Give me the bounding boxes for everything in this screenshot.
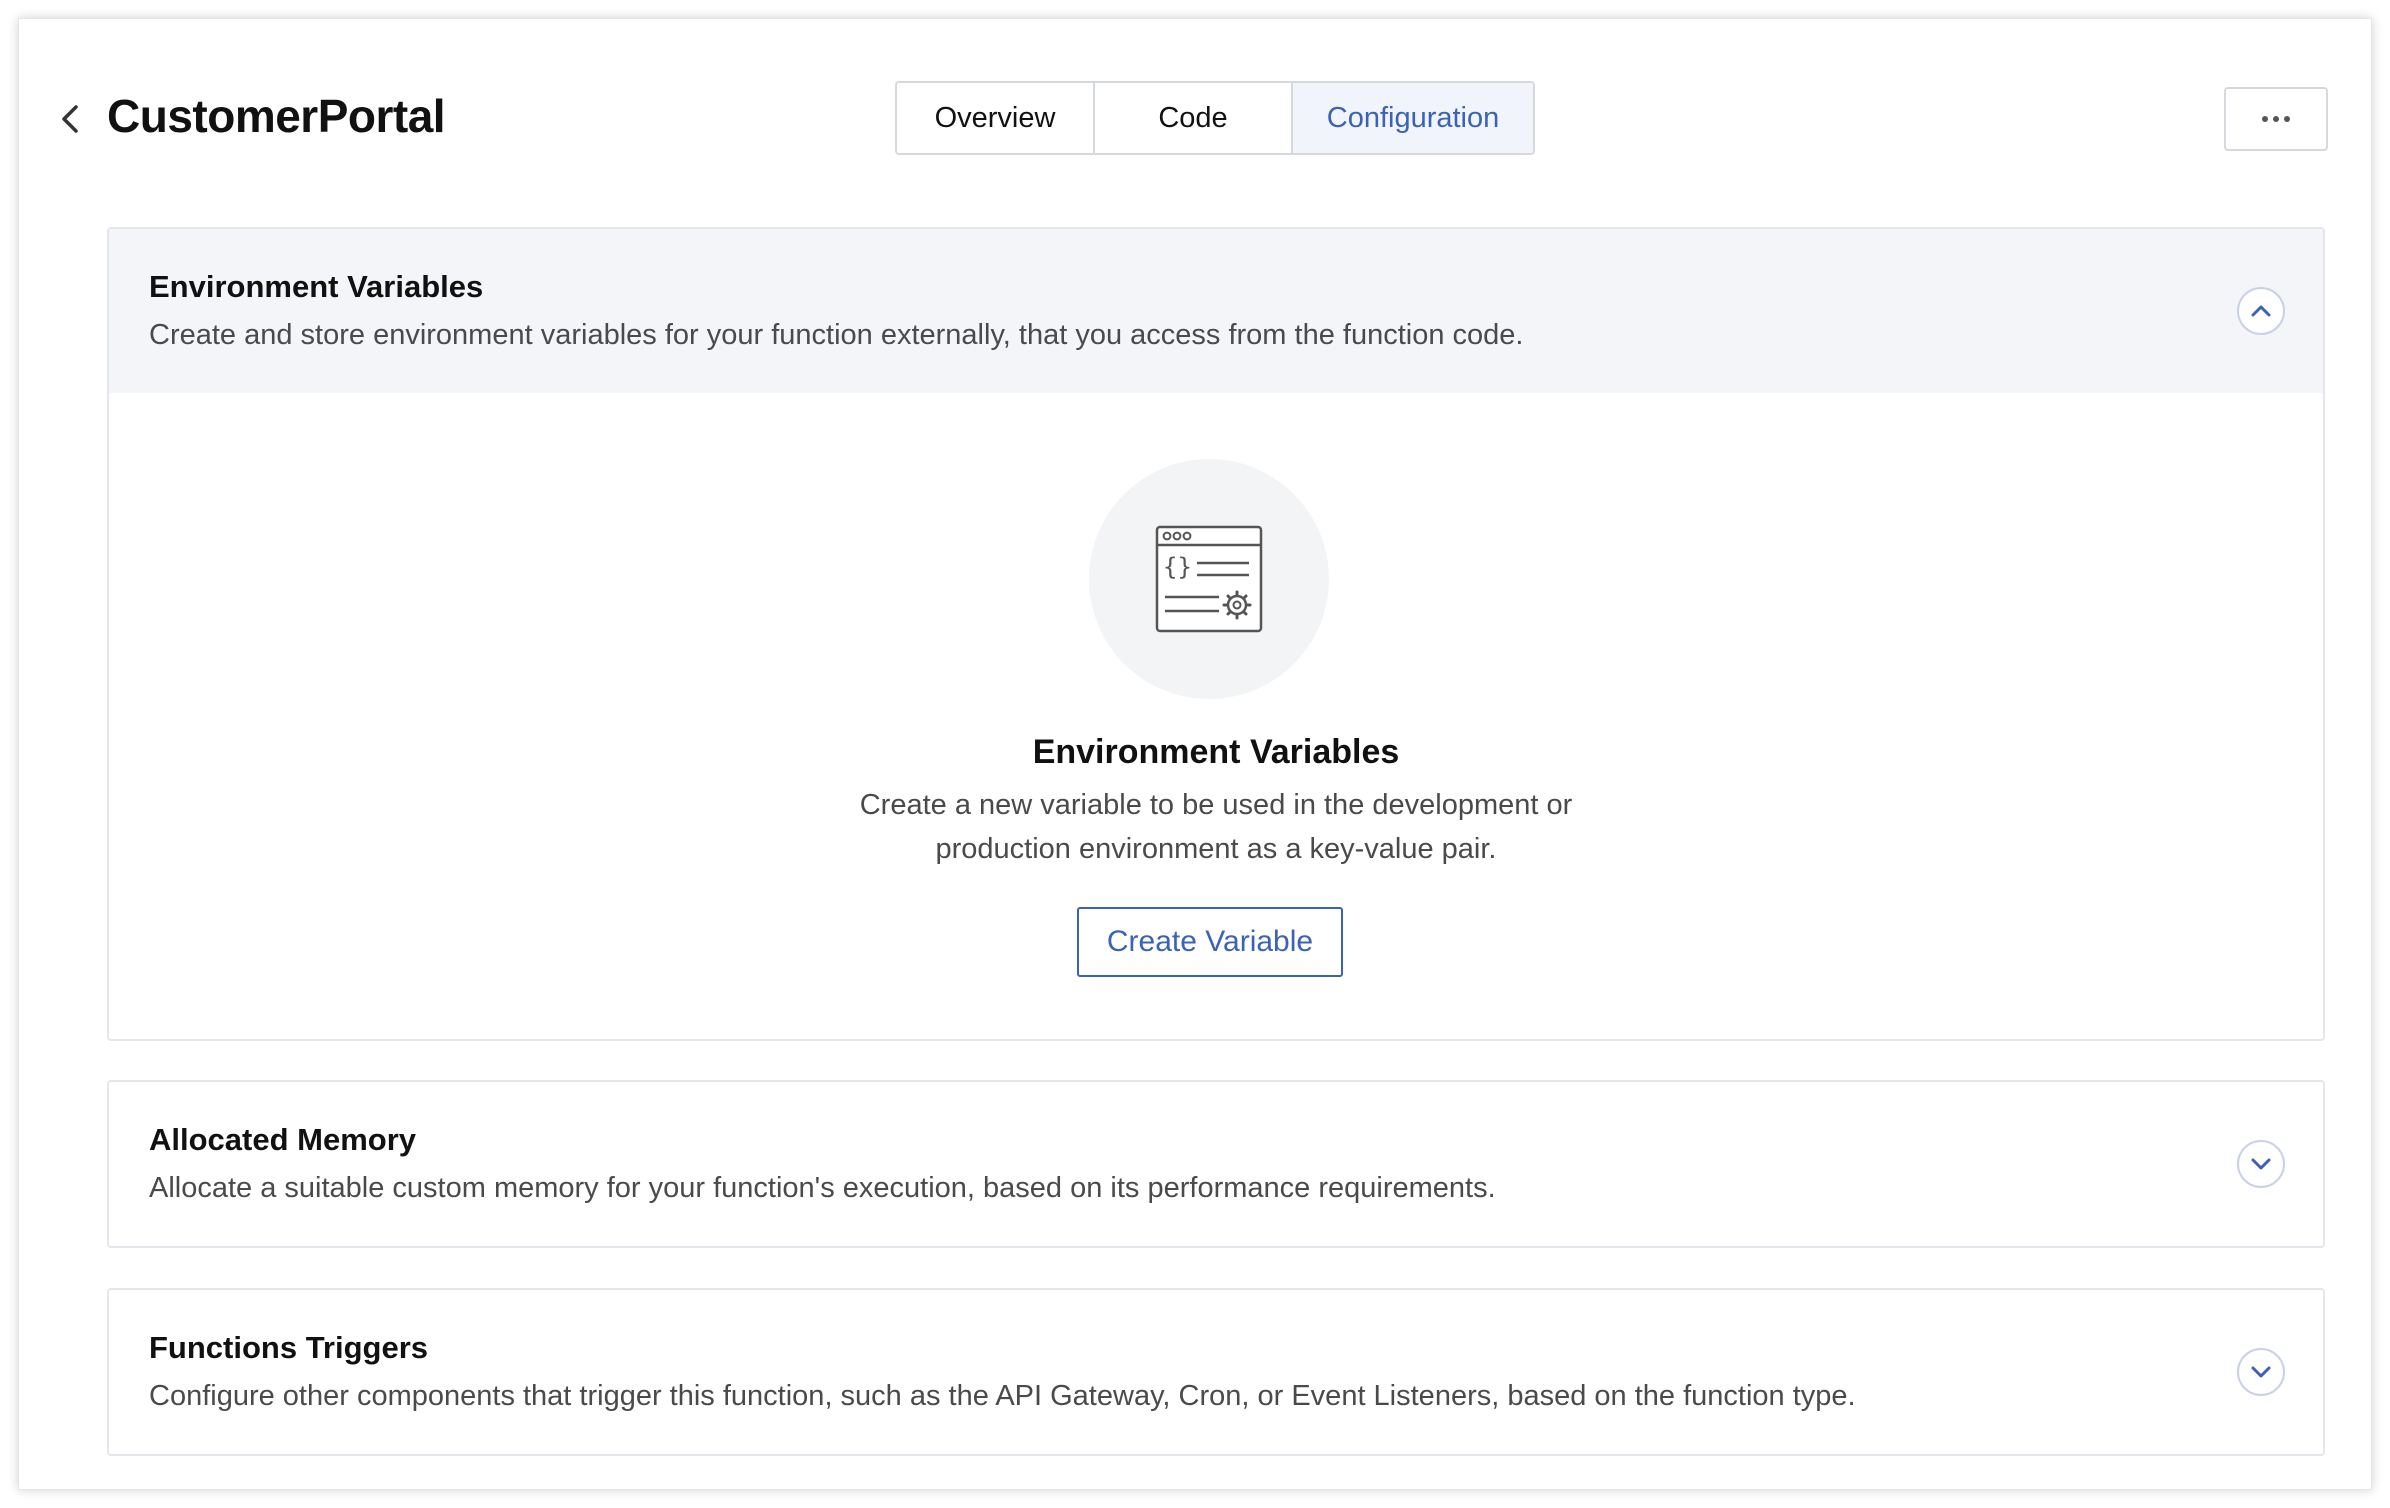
section-header[interactable]: Allocated Memory Allocate a suitable cus… [109, 1082, 2323, 1246]
empty-state-title: Environment Variables [1032, 733, 1400, 771]
section-header[interactable]: Environment Variables Create and store e… [109, 229, 2323, 393]
section-allocated-memory: Allocated Memory Allocate a suitable cus… [107, 1080, 2325, 1248]
section-description: Allocate a suitable custom memory for yo… [149, 1172, 1496, 1204]
expand-toggle-button[interactable] [2237, 1348, 2285, 1396]
create-variable-button[interactable]: Create Variable [1077, 907, 1343, 977]
tab-configuration[interactable]: Configuration [1291, 83, 1533, 153]
tab-code[interactable]: Code [1093, 83, 1291, 153]
expand-toggle-button[interactable] [2237, 1140, 2285, 1188]
more-options-button[interactable] [2224, 87, 2328, 151]
empty-state-description-line1: Create a new variable to be used in the … [859, 789, 1573, 821]
tab-bar: Overview Code Configuration [895, 81, 1535, 155]
code-window-settings-icon: {} [1155, 525, 1263, 633]
empty-state-description-line2: production environment as a key-value pa… [935, 833, 1497, 865]
section-title: Environment Variables [149, 269, 484, 304]
back-chevron-icon[interactable] [55, 99, 85, 139]
section-title: Functions Triggers [149, 1330, 429, 1365]
section-title: Allocated Memory [149, 1122, 417, 1157]
chevron-up-icon [2251, 305, 2271, 317]
chevron-down-icon [2251, 1366, 2271, 1378]
empty-state-description: Create a new variable to be used in the … [109, 783, 2323, 871]
page-title: CustomerPortal [107, 90, 446, 142]
section-description: Configure other components that trigger … [149, 1380, 1856, 1412]
app-window: CustomerPortal Overview Code Configurati… [18, 18, 2372, 1490]
section-description: Create and store environment variables f… [149, 319, 1524, 351]
section-environment-variables: Environment Variables Create and store e… [107, 227, 2325, 1041]
tab-overview[interactable]: Overview [897, 83, 1093, 153]
svg-text:{}: {} [1163, 553, 1192, 581]
chevron-down-icon [2251, 1158, 2271, 1170]
section-header[interactable]: Functions Triggers Configure other compo… [109, 1290, 2323, 1454]
illustration-circle: {} [1089, 459, 1329, 699]
more-horizontal-icon [2262, 116, 2268, 122]
empty-state: {} Environment Variables Create a new va… [109, 393, 2323, 1033]
section-functions-triggers: Functions Triggers Configure other compo… [107, 1288, 2325, 1456]
collapse-toggle-button[interactable] [2237, 287, 2285, 335]
